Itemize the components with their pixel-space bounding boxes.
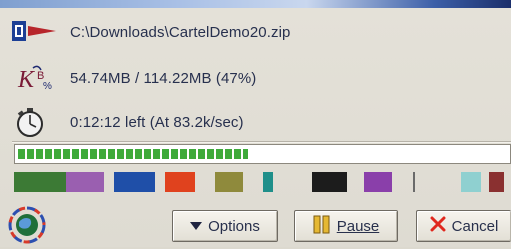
segment-block [364, 172, 392, 192]
triangle-down-icon [190, 218, 203, 235]
segment-block [66, 172, 104, 192]
segment-block [413, 172, 415, 192]
segment-block [165, 172, 195, 192]
data-transfer-icon: K B % [0, 62, 70, 94]
cancel-x-icon [430, 216, 446, 236]
svg-text:%: % [43, 81, 52, 92]
segment-block [312, 172, 347, 192]
segment-block [489, 172, 504, 192]
time-row: 0:12:12 left (At 83.2k/sec) [0, 106, 244, 138]
options-button-label: Options [208, 217, 260, 235]
file-row: C:\Downloads\CartelDemo20.zip [0, 16, 291, 48]
cancel-button-label: Cancel [451, 217, 499, 235]
segment-block [461, 172, 481, 192]
pause-button-label: Pause [336, 217, 380, 235]
svg-text:K: K [17, 67, 36, 93]
pause-icon [313, 214, 331, 238]
segment-block [14, 172, 66, 192]
progress-bar-fill [18, 149, 248, 159]
options-button[interactable]: Options [172, 210, 278, 242]
download-segments [14, 172, 511, 192]
file-type-icon [0, 16, 70, 48]
stopwatch-icon [0, 106, 70, 138]
pause-button[interactable]: Pause [294, 210, 398, 242]
transfer-progress-text: 54.74MB / 114.22MB (47%) [70, 69, 257, 87]
title-strip [0, 0, 511, 8]
segment-block [263, 172, 273, 192]
size-row: K B % 54.74MB / 114.22MB (47%) [0, 62, 256, 94]
globe-icon[interactable] [8, 206, 46, 244]
cancel-button[interactable]: Cancel [416, 210, 511, 242]
time-remaining-text: 0:12:12 left (At 83.2k/sec) [70, 113, 244, 131]
file-path-text: C:\Downloads\CartelDemo20.zip [70, 23, 291, 41]
segment-block [114, 172, 155, 192]
segment-block [215, 172, 243, 192]
button-bar: Options Pause Cancel [0, 204, 511, 247]
divider [12, 141, 511, 142]
progress-bar [14, 144, 511, 164]
